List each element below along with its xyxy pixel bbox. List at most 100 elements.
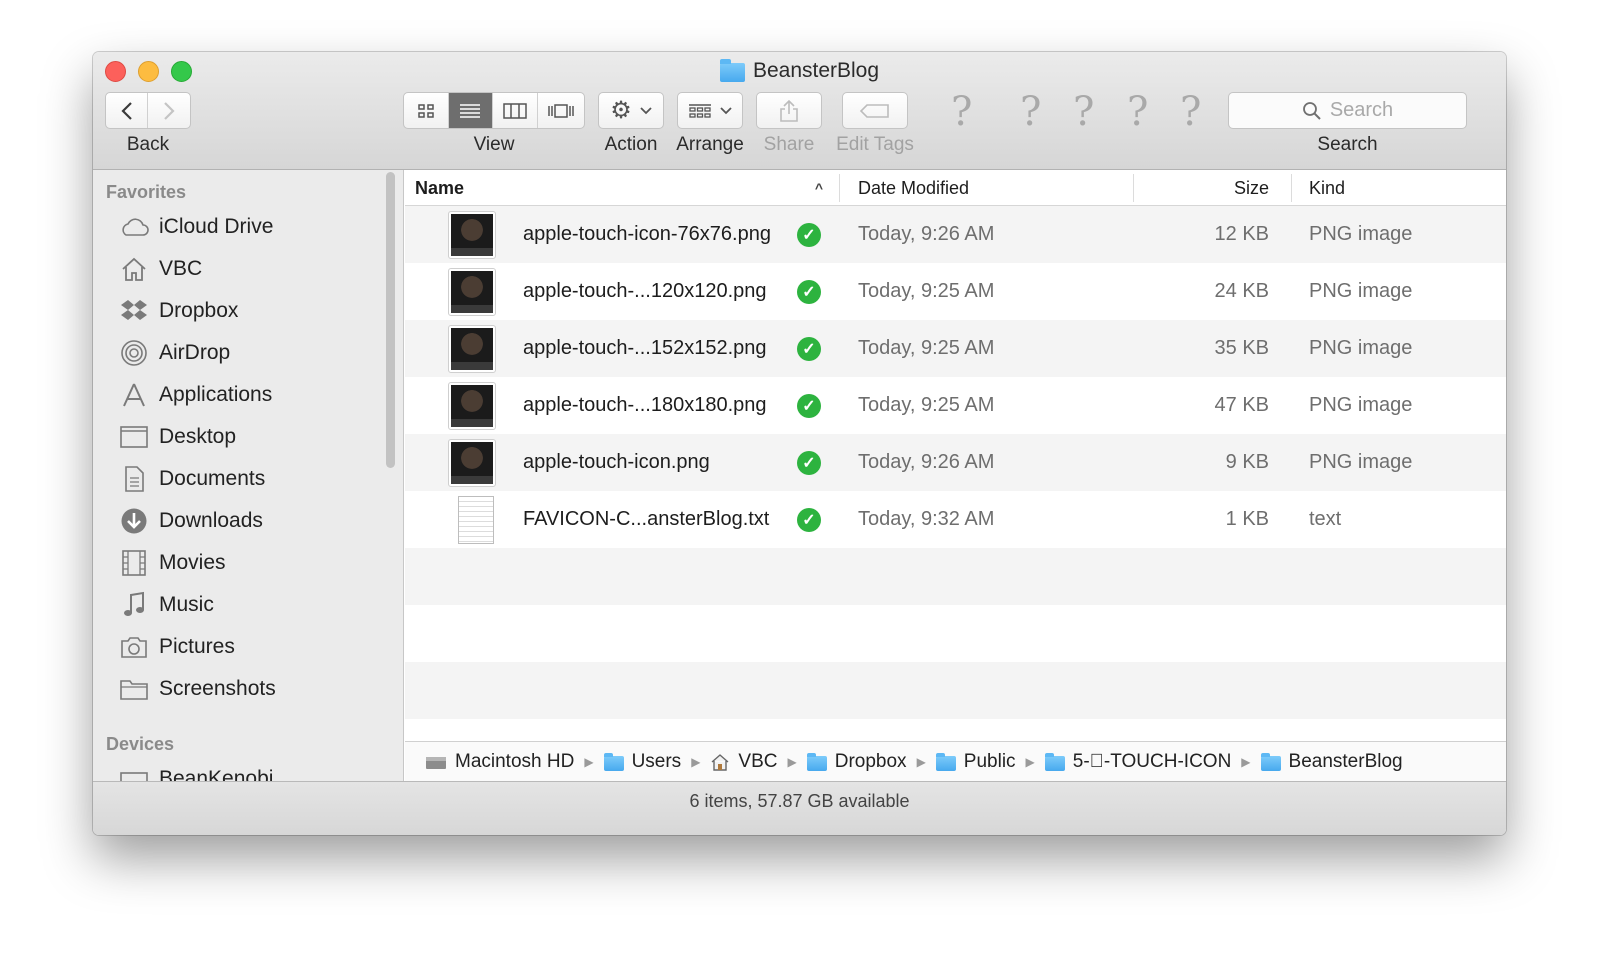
file-row[interactable]: apple-touch-icon.png ✓ Today, 9:26 AM 9 … xyxy=(405,434,1506,491)
synced-check-icon: ✓ xyxy=(797,508,821,532)
back-forward-control xyxy=(105,92,191,129)
empty-row xyxy=(405,605,1506,662)
share-button[interactable] xyxy=(756,92,822,129)
file-row[interactable]: apple-touch-icon-76x76.png ✓ Today, 9:26… xyxy=(405,206,1506,263)
action-button-face[interactable]: ⚙ xyxy=(599,93,663,128)
users-folder-icon xyxy=(603,752,624,771)
list-view-icon xyxy=(460,103,481,118)
sidebar-item-music[interactable]: Music xyxy=(93,584,383,626)
png-thumbnail xyxy=(448,211,496,259)
column-view-icon xyxy=(503,102,527,119)
edit-tags-button[interactable] xyxy=(842,92,908,129)
date-modified-column-header[interactable]: Date Modified xyxy=(858,170,1128,206)
folder-icon xyxy=(1044,752,1065,771)
window-title-text: BeansterBlog xyxy=(752,59,880,82)
path-item-label: VBC xyxy=(738,750,778,772)
dropbox-folder-icon xyxy=(806,752,827,771)
unknown-toolbar-item-icon[interactable]: ? xyxy=(1073,89,1094,135)
kind-column-header[interactable]: Kind xyxy=(1309,170,1489,206)
chevron-down-icon xyxy=(720,106,732,114)
status-text: 6 items, 57.87 GB available xyxy=(689,791,910,811)
back-button[interactable] xyxy=(106,93,149,128)
airdrop-icon xyxy=(119,338,149,368)
sidebar-item-label: Applications xyxy=(159,383,273,406)
arrange-button-face[interactable] xyxy=(678,93,742,128)
column-view-button[interactable] xyxy=(493,93,538,128)
arrange-menu-button[interactable] xyxy=(677,92,743,129)
view-control xyxy=(403,92,585,129)
unknown-toolbar-item-icon[interactable]: ? xyxy=(1180,89,1201,135)
chevron-down-icon xyxy=(640,106,652,114)
sidebar-scrollbar[interactable] xyxy=(386,172,395,468)
name-column-header[interactable]: Name ^ xyxy=(415,170,825,206)
cover-flow-button[interactable] xyxy=(538,93,584,128)
arrange-label: Arrange xyxy=(676,134,744,155)
forward-button[interactable] xyxy=(148,93,190,128)
unknown-toolbar-item-icon[interactable]: ? xyxy=(1127,89,1148,135)
devices-heading: Devices xyxy=(106,734,175,754)
chevron-left-icon xyxy=(120,101,132,120)
sidebar-item-label: VBC xyxy=(159,257,203,280)
path-item-public[interactable]: Public xyxy=(935,750,1016,773)
synced-check-icon: ✓ xyxy=(797,337,821,361)
action-menu-button[interactable]: ⚙ xyxy=(598,92,664,129)
sidebar-item-documents[interactable]: Documents xyxy=(93,458,383,500)
action-label: Action xyxy=(604,134,658,155)
path-item-macintosh-hd[interactable]: Macintosh HD xyxy=(425,751,574,773)
icon-view-button[interactable] xyxy=(404,93,449,128)
sidebar-item-vbc[interactable]: VBC xyxy=(93,248,383,290)
path-item-beansterblog[interactable]: BeansterBlog xyxy=(1260,751,1403,773)
sidebar: Favorites iCloud Drive VBC Dropbox AirDr… xyxy=(93,170,404,781)
sidebar-item-downloads[interactable]: Downloads xyxy=(93,500,383,542)
path-item-touch-icon[interactable]: 5--TOUCH-ICON xyxy=(1044,751,1231,773)
window-title: BeansterBlog xyxy=(93,59,1506,83)
unknown-toolbar-item-icon[interactable]: ? xyxy=(1020,89,1041,135)
hard-drive-icon xyxy=(426,756,446,769)
file-name: apple-touch-...180x180.png xyxy=(523,394,767,416)
search-field[interactable]: Search xyxy=(1228,92,1467,129)
sidebar-item-desktop[interactable]: Desktop xyxy=(93,416,383,458)
gear-icon: ⚙ xyxy=(610,97,632,124)
sort-ascending-icon: ^ xyxy=(814,180,823,196)
file-row[interactable]: apple-touch-...180x180.png ✓ Today, 9:25… xyxy=(405,377,1506,434)
unknown-toolbar-item-icon[interactable]: ? xyxy=(951,89,972,135)
status-bar: 6 items, 57.87 GB available xyxy=(93,781,1506,835)
size-column-header[interactable]: Size xyxy=(1145,170,1269,206)
path-item-label: Public xyxy=(963,750,1016,772)
path-item-dropbox[interactable]: Dropbox xyxy=(806,751,907,773)
path-separator-icon: ▶ xyxy=(691,754,701,769)
sidebar-item-icloud-drive[interactable]: iCloud Drive xyxy=(93,206,383,248)
icon-view-icon xyxy=(418,103,434,118)
sidebar-item-applications[interactable]: Applications xyxy=(93,374,383,416)
sidebar-item-label: iCloud Drive xyxy=(159,215,274,238)
back-label: Back xyxy=(126,134,170,155)
sidebar-item-label: Documents xyxy=(159,467,266,490)
file-name: apple-touch-...152x152.png xyxy=(523,337,767,359)
synced-check-icon: ✓ xyxy=(797,451,821,475)
file-row[interactable]: apple-touch-...152x152.png ✓ Today, 9:25… xyxy=(405,320,1506,377)
empty-row xyxy=(405,548,1506,605)
sidebar-item-label: Music xyxy=(159,593,214,616)
sidebar-item-pictures[interactable]: Pictures xyxy=(93,626,383,668)
file-row[interactable]: FAVICON-C...ansterBlog.txt ✓ Today, 9:32… xyxy=(405,491,1506,548)
path-separator-icon: ▶ xyxy=(916,754,926,769)
search-placeholder: Search xyxy=(1329,99,1394,121)
finder-window: BeansterBlog Back View ⚙ Action Arrange … xyxy=(93,52,1506,835)
sidebar-item-dropbox[interactable]: Dropbox xyxy=(93,290,383,332)
file-date: Today, 9:26 AM xyxy=(858,223,995,245)
sidebar-item-beankenobi[interactable]: BeanKenobi xyxy=(93,758,383,781)
sidebar-item-screenshots[interactable]: Screenshots xyxy=(93,668,383,710)
path-item-vbc[interactable]: VBC xyxy=(710,750,778,773)
edit-tags-button-face[interactable] xyxy=(843,93,907,128)
sidebar-item-label: AirDrop xyxy=(159,341,231,364)
sidebar-item-movies[interactable]: Movies xyxy=(93,542,383,584)
share-button-face[interactable] xyxy=(757,93,821,128)
file-row[interactable]: apple-touch-...120x120.png ✓ Today, 9:25… xyxy=(405,263,1506,320)
path-item-users[interactable]: Users xyxy=(603,751,681,773)
file-size: 12 KB xyxy=(1214,223,1269,245)
music-icon xyxy=(119,590,149,620)
file-kind: text xyxy=(1309,508,1342,530)
sidebar-item-airdrop[interactable]: AirDrop xyxy=(93,332,383,374)
list-view-button[interactable] xyxy=(448,93,494,128)
chevron-right-icon xyxy=(164,101,175,120)
